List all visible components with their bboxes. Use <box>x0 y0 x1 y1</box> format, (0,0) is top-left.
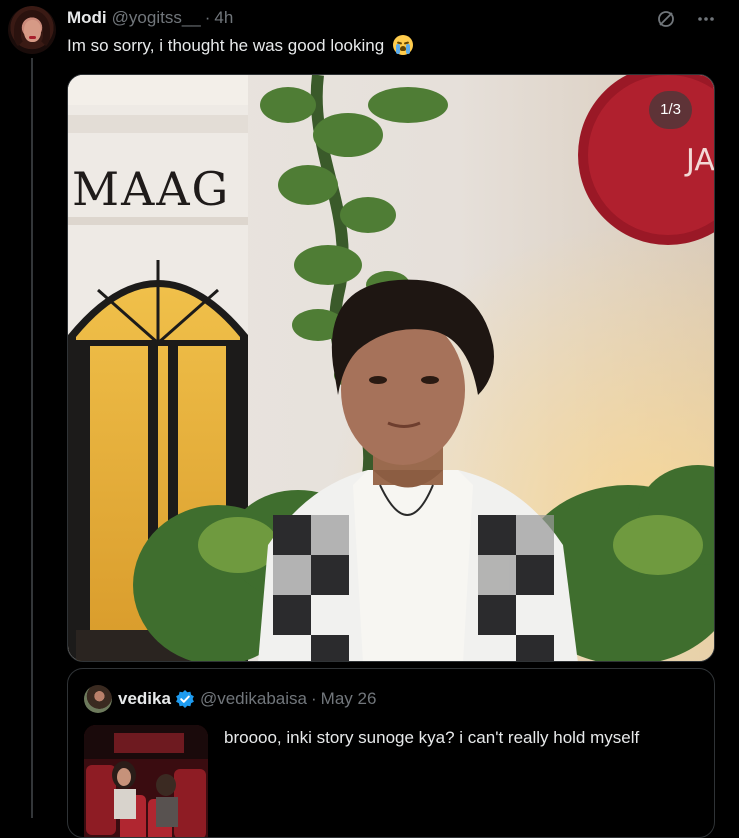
media-counter: 1/3 <box>649 91 692 129</box>
quoted-media-thumbnail[interactable] <box>84 725 208 837</box>
verified-badge-icon <box>175 689 195 709</box>
quoted-thumbnail-illustration <box>84 725 208 837</box>
loudly-crying-face-icon <box>392 35 413 55</box>
quoted-post-date[interactable]: May 26 <box>321 689 377 709</box>
building-sign: MAAG <box>72 162 230 216</box>
post-timestamp[interactable]: 4h <box>214 8 233 28</box>
more-icon[interactable] <box>695 8 717 30</box>
quoted-post-header: vedika @vedikabaisa · May 26 <box>118 689 376 709</box>
author-name[interactable]: Modi <box>67 8 107 28</box>
post-header-actions <box>655 8 717 30</box>
quoted-post[interactable]: vedika @vedikabaisa · May 26 broooo, ink… <box>67 668 715 838</box>
svg-text:JA: JA <box>684 143 715 178</box>
post-text: Im so sorry, i thought he was good looki… <box>67 35 413 57</box>
thread-connector-line <box>31 58 33 818</box>
author-handle[interactable]: @yogitss__ <box>112 8 201 28</box>
quoted-post-text: broooo, inki story sunoge kya? i can't r… <box>224 728 640 747</box>
post-header: Modi @yogitss__ · 4h <box>67 8 233 28</box>
avatar-lips <box>29 36 36 39</box>
photo-illustration: MAAG JA <box>68 75 715 661</box>
quoted-author-name[interactable]: vedika <box>118 689 171 709</box>
quoted-author-handle[interactable]: @vedikabaisa <box>200 689 307 709</box>
header-separator: · <box>204 8 211 27</box>
post-media-photo[interactable]: MAAG JA 1/3 <box>67 74 715 662</box>
author-avatar[interactable] <box>8 6 56 54</box>
quoted-header-separator: · <box>310 689 317 708</box>
grok-icon[interactable] <box>655 8 677 30</box>
quoted-author-avatar[interactable] <box>84 685 112 713</box>
post-text-content: Im so sorry, i thought he was good looki… <box>67 36 385 55</box>
